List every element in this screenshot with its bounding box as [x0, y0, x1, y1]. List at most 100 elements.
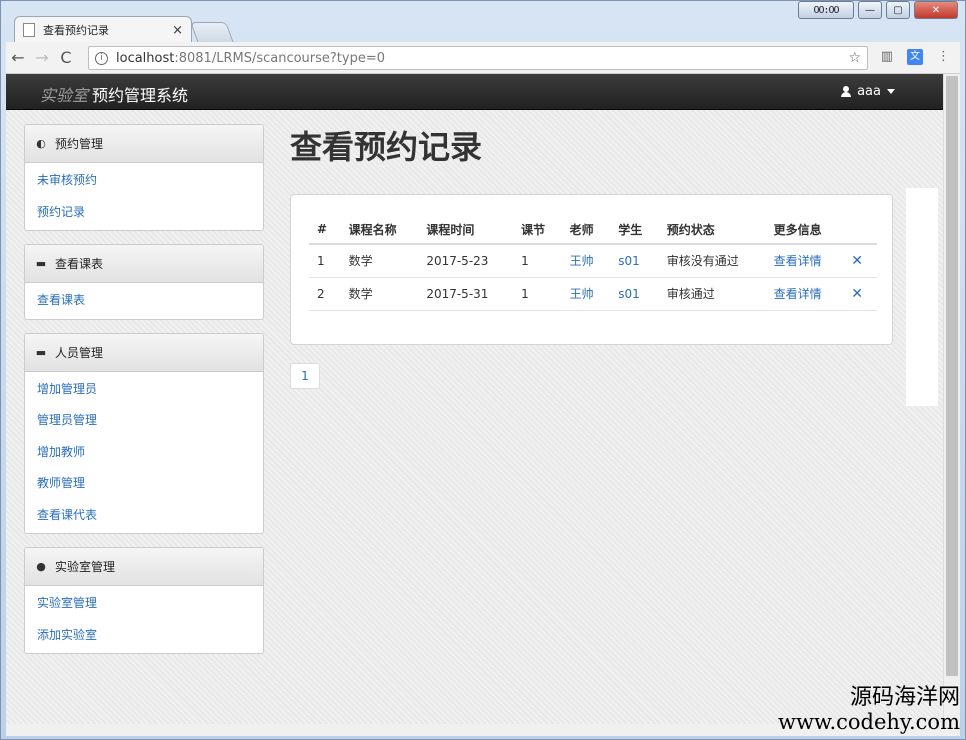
- table-cell: 数学: [340, 244, 419, 278]
- sidebar-section-links: 实验室管理 添加实验室: [25, 586, 263, 653]
- sidebar-section-header[interactable]: ● 实验室管理: [25, 548, 263, 586]
- column-header: [843, 215, 877, 245]
- sidebar-section-links: 增加管理员 管理员管理 增加教师 教师管理 查看课代表: [25, 372, 263, 534]
- translate-icon[interactable]: 文: [907, 49, 923, 65]
- table-cell: 2: [309, 277, 341, 311]
- pagination-page-1[interactable]: 1: [290, 363, 320, 389]
- teacher-link[interactable]: 王帅: [570, 287, 594, 301]
- sidebar-link[interactable]: 未审核预约: [25, 165, 263, 197]
- table-cell: 2017-5-23: [418, 244, 514, 278]
- sidebar-section-title: 查看课表: [55, 257, 104, 271]
- user-icon: [841, 86, 852, 97]
- column-header: 课程名称: [340, 215, 419, 245]
- brand-title: 预约管理系统: [92, 86, 189, 105]
- course-period: 1: [521, 253, 529, 268]
- records-table: # 课程名称 课程时间 课节 老师 学生 预约状态 更多信息 1 数学 2017-5-23 1 王帅 s…: [309, 215, 877, 311]
- table-cell: 王帅: [561, 277, 611, 311]
- column-header: 学生: [610, 215, 659, 245]
- table-cell: s01: [610, 244, 659, 278]
- menu-icon[interactable]: ⋮: [937, 49, 950, 65]
- back-icon[interactable]: ←: [6, 48, 30, 67]
- sidebar-link[interactable]: 预约记录: [25, 197, 263, 229]
- course-period: 1: [521, 286, 529, 301]
- forward-icon[interactable]: →: [30, 48, 54, 67]
- toolbar-extensions: ▥ 文 ⋮: [881, 49, 950, 65]
- view-details-link[interactable]: 查看详情: [774, 287, 822, 301]
- sidebar-section: ▬ 人员管理 增加管理员 管理员管理 增加教师 教师管理 查看课代表: [24, 332, 264, 534]
- table-cell: ✕: [843, 277, 877, 311]
- delete-icon[interactable]: ✕: [851, 286, 863, 302]
- table-cell: ✕: [843, 244, 877, 278]
- top-navbar: 实验室 预约管理系统 aaa: [6, 74, 943, 110]
- main-header: 查看预约记录: [290, 122, 482, 168]
- sidebar-section: ● 实验室管理 实验室管理 添加实验室: [24, 547, 264, 654]
- records-panel: # 课程名称 课程时间 课节 老师 学生 预约状态 更多信息 1 数学 2017-5-23 1 王帅 s…: [290, 194, 893, 345]
- course-name: 数学: [348, 254, 373, 269]
- table-cell: 查看详情: [765, 244, 844, 278]
- table-cell: 查看详情: [765, 277, 844, 311]
- booking-status: 审核通过: [666, 287, 715, 301]
- table-cell: 2017-5-31: [418, 277, 514, 311]
- tab-close-icon[interactable]: ×: [172, 23, 183, 38]
- url-host: localhost: [116, 50, 175, 66]
- sidebar-link[interactable]: 增加教师: [25, 437, 263, 469]
- teacher-link[interactable]: 王帅: [570, 254, 594, 268]
- row-number: 2: [317, 286, 325, 301]
- view-details-link[interactable]: 查看详情: [774, 254, 822, 268]
- address-bar[interactable]: i localhost:8081/LRMS/scancourse?type=0 …: [88, 46, 868, 70]
- reload-icon[interactable]: C: [54, 48, 78, 67]
- caret-down-icon: [887, 89, 895, 94]
- user-menu[interactable]: aaa: [841, 84, 895, 99]
- url-text[interactable]: localhost:8081/LRMS/scancourse?type=0: [116, 51, 848, 66]
- sidebar-link[interactable]: 教师管理: [25, 468, 263, 500]
- table-cell: 审核没有通过: [658, 244, 766, 278]
- table-row: 2 数学 2017-5-31 1 王帅 s01 审核通过 查看详情 ✕: [309, 277, 877, 311]
- column-header: 课程时间: [418, 215, 514, 245]
- new-tab-button[interactable]: [190, 22, 234, 43]
- sidebar-section-header[interactable]: ▬ 人员管理: [25, 333, 263, 372]
- column-header: 预约状态: [658, 215, 766, 245]
- briefcase-icon: ▬: [35, 257, 47, 270]
- table-cell: 1: [513, 244, 562, 278]
- url-path: :8081/LRMS/scancourse?type=0: [174, 50, 386, 66]
- scrollbar-thumb[interactable]: [946, 76, 958, 676]
- vertical-scrollbar[interactable]: [943, 74, 960, 724]
- tab-title: 查看预约记录: [43, 24, 109, 37]
- course-name: 数学: [348, 287, 373, 301]
- booking-status: 审核没有通过: [666, 254, 739, 269]
- username: aaa: [857, 84, 881, 99]
- sidebar-section-title: 人员管理: [55, 345, 104, 360]
- table-row: 1 数学 2017-5-23 1 王帅 s01 审核没有通过 查看详情 ✕: [309, 244, 877, 278]
- brand[interactable]: 实验室 预约管理系统: [40, 82, 188, 106]
- table-cell: s01: [610, 277, 659, 311]
- brand-prefix: 实验室: [40, 86, 89, 105]
- course-date: 2017-5-31: [426, 286, 489, 301]
- delete-icon[interactable]: ✕: [851, 253, 863, 269]
- sidebar-link[interactable]: 查看课代表: [25, 500, 263, 532]
- student-link[interactable]: s01: [618, 254, 640, 268]
- sidebar-section-header[interactable]: ◐ 预约管理: [25, 125, 263, 163]
- page-title: 查看预约记录: [290, 128, 483, 166]
- table-body: 1 数学 2017-5-23 1 王帅 s01 审核没有通过 查看详情 ✕ 2 数学 2017-5-3…: [309, 244, 877, 311]
- sidebar-link[interactable]: 实验室管理: [25, 588, 263, 620]
- tab-bar: 查看预约记录 ×: [6, 10, 960, 43]
- sidebar-link[interactable]: 管理员管理: [25, 405, 263, 437]
- extension-icon[interactable]: ▥: [881, 49, 893, 65]
- watermark-site-url: www.codehy.com: [778, 709, 960, 734]
- row-number: 1: [317, 253, 325, 268]
- student-link[interactable]: s01: [618, 287, 640, 301]
- sidebar-section-links: 未审核预约 预约记录: [25, 163, 263, 230]
- table-cell: 1: [513, 277, 562, 311]
- sidebar-section-title: 实验室管理: [55, 560, 116, 574]
- bookmark-star-icon[interactable]: ☆: [848, 50, 861, 66]
- sidebar-link[interactable]: 查看课表: [25, 285, 263, 317]
- sidebar-section: ◐ 预约管理 未审核预约 预约记录: [24, 124, 264, 231]
- browser-tab-active[interactable]: 查看预约记录 ×: [14, 16, 192, 43]
- dashboard-icon: ◐: [36, 137, 46, 150]
- sidebar-link[interactable]: 增加管理员: [25, 374, 263, 406]
- table-cell: 数学: [340, 277, 419, 311]
- sidebar-link[interactable]: 添加实验室: [25, 620, 263, 652]
- info-icon[interactable]: i: [95, 51, 108, 65]
- sidebar-section-links: 查看课表: [25, 283, 263, 319]
- sidebar-section-header[interactable]: ▬ 查看课表: [25, 245, 263, 283]
